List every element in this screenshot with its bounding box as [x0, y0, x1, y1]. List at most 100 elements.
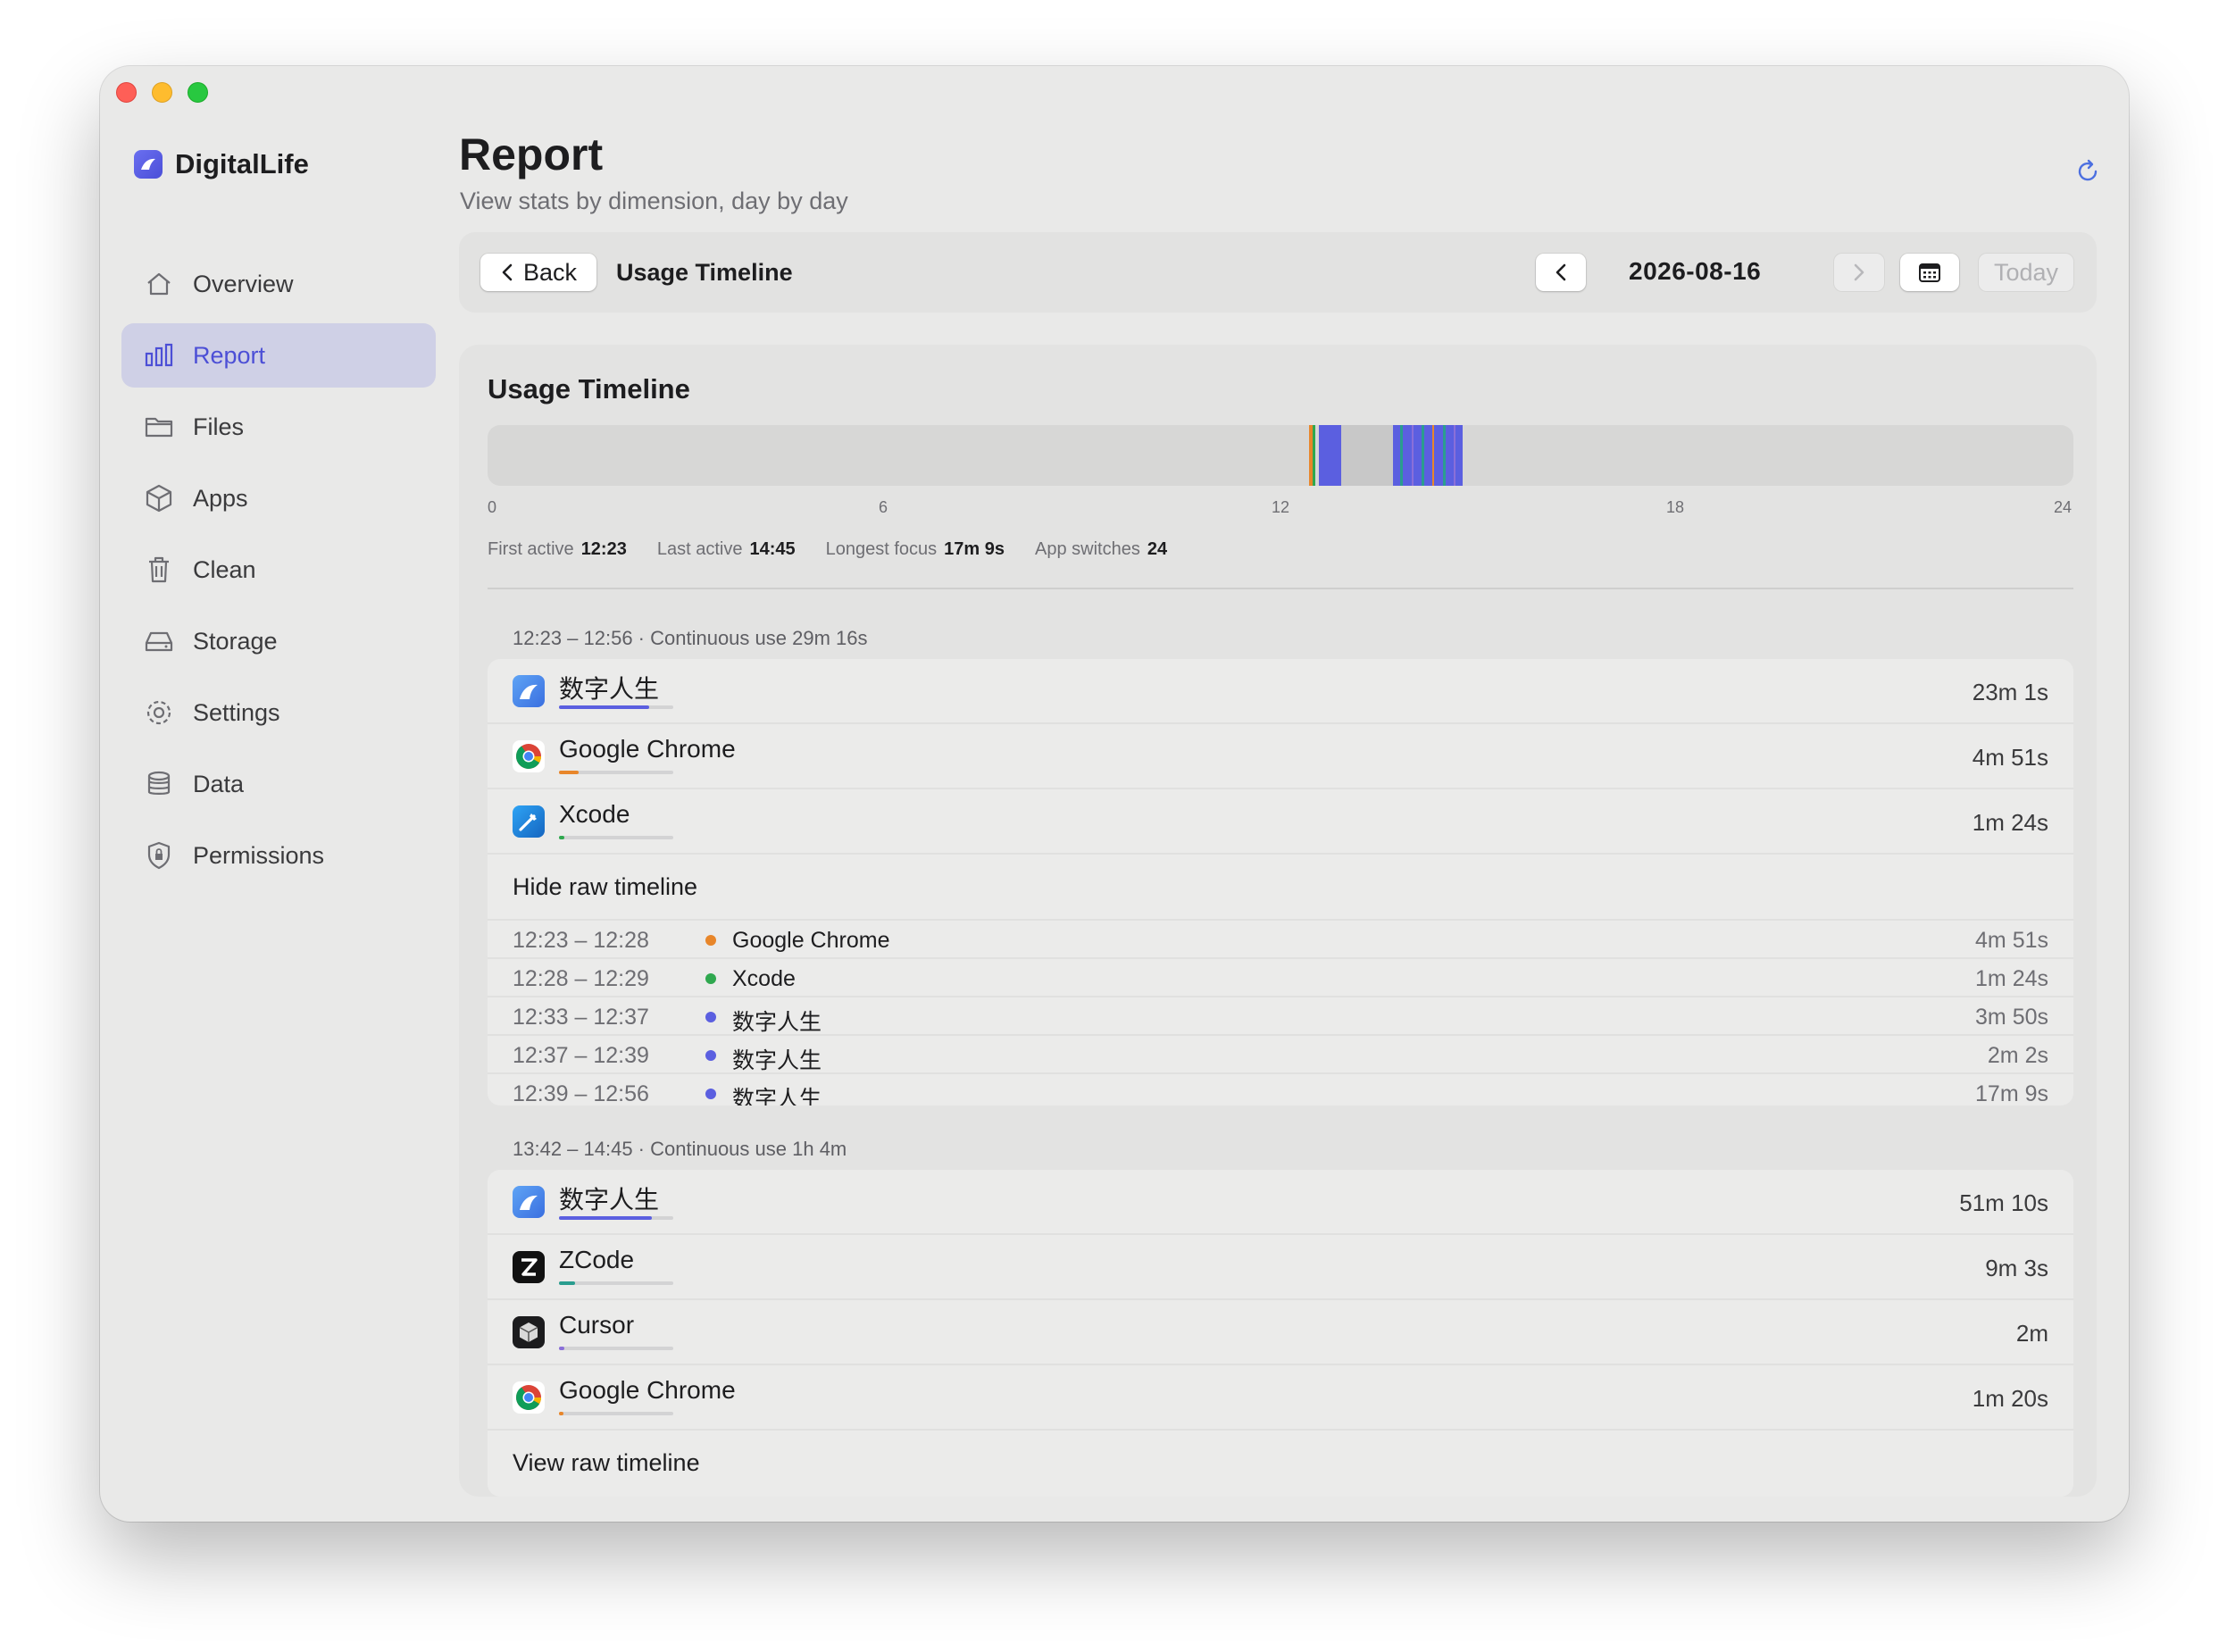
sidebar-item-apps[interactable]: Apps [121, 466, 436, 530]
sidebar-item-label: Settings [193, 698, 280, 726]
axis-tick: 12 [1272, 498, 1290, 516]
raw-time: 12:28 – 12:29 [513, 966, 649, 991]
sidebar-item-label: Permissions [193, 841, 325, 869]
view-raw-timeline-link[interactable]: View raw timeline [488, 1431, 2073, 1495]
app-row[interactable]: Google Chrome 1m 20s [488, 1365, 2073, 1431]
app-color-dot [705, 935, 716, 946]
calendar-icon [1919, 263, 1940, 282]
previous-day-button[interactable] [1536, 254, 1586, 291]
app-color-dot [705, 973, 716, 984]
shield-icon [147, 841, 171, 870]
raw-duration: 17m 9s [1975, 1081, 2048, 1106]
back-label: Back [522, 258, 578, 286]
app-share-bar [559, 1412, 673, 1415]
raw-timeline-row: 12:33 – 12:37 数字人生 3m 50s [488, 996, 2073, 1035]
timeline-segment-zcode [1400, 425, 1403, 486]
sidebar-item-label: Report [193, 341, 266, 369]
timeline-segment-digitallife [1319, 425, 1341, 486]
house-icon [147, 272, 171, 296]
timeline-segment-cursor [1454, 425, 1455, 486]
divider [488, 588, 2073, 589]
xcode-icon [513, 805, 545, 838]
today-button[interactable]: Today [1979, 254, 2073, 291]
toolbar-title: Usage Timeline [616, 259, 793, 286]
session-header: 12:23 – 12:56 · Continuous use 29m 16s [513, 627, 868, 649]
sidebar-item-permissions[interactable]: Permissions [121, 823, 436, 888]
usage-timeline-card: Usage Timeline 0 6 12 18 24 First active… [459, 345, 2097, 1497]
session-card: 数字人生 23m 1s Google Chrome 4m 51s Xcode 1… [488, 659, 2073, 1106]
raw-timeline-row: 12:28 – 12:29 Xcode 1m 24s [488, 957, 2073, 996]
database-icon [147, 771, 171, 795]
app-name: Google Chrome [559, 1376, 736, 1404]
stat-last-active: Last active 14:45 [656, 539, 796, 559]
trash-icon [149, 556, 169, 583]
app-duration: 9m 3s [1985, 1255, 2048, 1281]
current-date: 2026-08-16 [1629, 257, 1762, 285]
raw-time: 12:23 – 12:28 [513, 928, 649, 953]
raw-duration: 3m 50s [1975, 1005, 2048, 1030]
app-color-dot [705, 1012, 716, 1022]
app-row[interactable]: Cursor 2m [488, 1300, 2073, 1365]
raw-app: Xcode [732, 966, 796, 991]
back-button[interactable]: Back [480, 254, 596, 291]
chevron-left-icon [1556, 263, 1566, 281]
stat-first-active: First active 12:23 [488, 539, 627, 559]
sidebar-item-label: Clean [193, 555, 256, 583]
sidebar-item-overview[interactable]: Overview [121, 252, 436, 316]
sidebar-item-label: Data [193, 770, 245, 797]
sidebar-item-storage[interactable]: Storage [121, 609, 436, 673]
cube-icon [146, 484, 172, 513]
timeline-stats: First active 12:23 Last active 14:45 Longe… [488, 539, 1167, 560]
axis-tick: 18 [1666, 498, 1685, 516]
bar-chart-icon [145, 343, 173, 367]
raw-timeline-row: 12:39 – 12:56 数字人生 17m 9s [488, 1072, 2073, 1106]
card-title: Usage Timeline [488, 373, 690, 405]
timeline-segment-gap [1341, 425, 1393, 486]
sidebar-item-clean[interactable]: Clean [121, 538, 436, 602]
timeline-segment-cursor [1412, 425, 1414, 486]
sidebar-item-files[interactable]: Files [121, 395, 436, 459]
sidebar: DigitalLife Overview Report Files Apps C… [100, 66, 457, 1522]
timeline-bar[interactable] [488, 425, 2073, 486]
raw-app: 数字人生 [732, 1087, 822, 1106]
calendar-button[interactable] [1900, 254, 1959, 291]
app-share-bar [559, 705, 673, 709]
hide-raw-timeline-link[interactable]: Hide raw timeline [488, 855, 2073, 919]
raw-time: 12:33 – 12:37 [513, 1005, 649, 1030]
timeline-segment-zcode [1443, 425, 1446, 486]
zcode-icon [513, 1251, 545, 1283]
sidebar-item-report[interactable]: Report [121, 323, 436, 388]
sidebar-item-settings[interactable]: Settings [121, 680, 436, 745]
next-day-button[interactable] [1834, 254, 1884, 291]
timeline-segment-zcode [1422, 425, 1424, 486]
refresh-icon[interactable] [2073, 157, 2102, 186]
drive-icon [145, 631, 173, 652]
app-name: 数字人生 [559, 1186, 660, 1214]
app-duration: 1m 20s [1972, 1385, 2048, 1412]
main-content: Report View stats by dimension, day by d… [457, 66, 2129, 1522]
raw-time: 12:37 – 12:39 [513, 1043, 649, 1068]
chevron-right-icon [1854, 263, 1864, 281]
app-row[interactable]: 数字人生 23m 1s [488, 659, 2073, 724]
axis-tick: 24 [2054, 498, 2073, 516]
brand: DigitalLife [134, 148, 309, 180]
app-duration: 1m 24s [1972, 809, 2048, 836]
raw-timeline-row: 12:23 – 12:28 Google Chrome 4m 51s [488, 919, 2073, 957]
app-name: DigitalLife [175, 148, 309, 179]
page-subtitle: View stats by dimension, day by day [460, 188, 848, 214]
session-card: 数字人生 51m 10s ZCode 9m 3s Cursor 2m Googl… [488, 1170, 2073, 1497]
stat-longest-focus: Longest focus 17m 9s [825, 539, 1005, 559]
app-row[interactable]: Google Chrome 4m 51s [488, 724, 2073, 789]
app-window: DigitalLife Overview Report Files Apps C… [100, 66, 2129, 1522]
digitallife-icon [513, 1186, 545, 1218]
chevron-left-icon [502, 263, 513, 281]
app-row[interactable]: ZCode 9m 3s [488, 1235, 2073, 1300]
axis-tick: 6 [879, 498, 888, 516]
app-row[interactable]: 数字人生 51m 10s [488, 1170, 2073, 1235]
app-row[interactable]: Xcode 1m 24s [488, 789, 2073, 855]
app-duration: 4m 51s [1972, 744, 2048, 771]
sidebar-item-data[interactable]: Data [121, 752, 436, 816]
app-share-bar [559, 836, 673, 839]
app-share-bar [559, 771, 673, 774]
app-duration: 2m [2015, 1320, 2048, 1347]
